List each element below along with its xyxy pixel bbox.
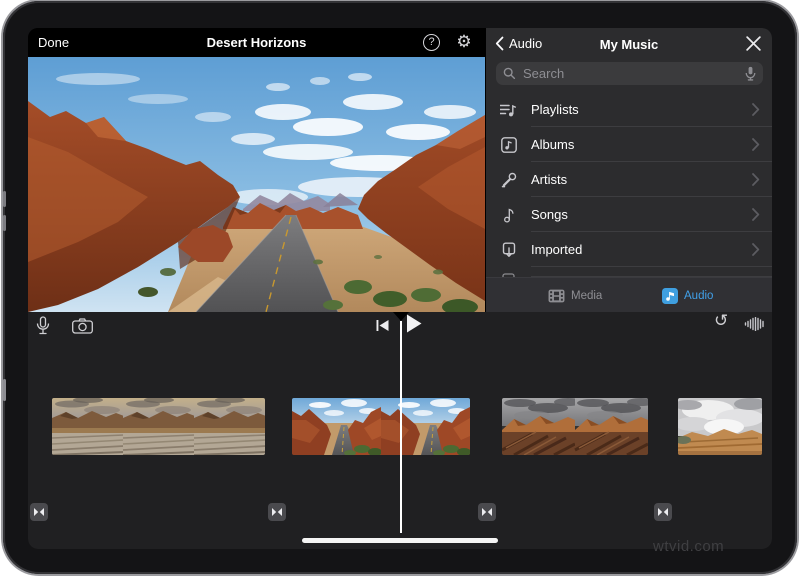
tab-label: Media <box>571 290 602 302</box>
panel-header: Audio My Music <box>486 28 772 61</box>
chevron-right-icon <box>752 208 760 221</box>
undo-icon[interactable]: ↺ <box>714 314 728 328</box>
transition-marker[interactable] <box>654 503 672 521</box>
camera-button[interactable] <box>72 318 93 334</box>
help-icon[interactable]: ? <box>423 34 440 51</box>
chevron-right-icon <box>752 103 760 116</box>
app-screen: Done Desert Horizons ? ⚙ <box>28 28 772 549</box>
list-item-label: Playlists <box>531 102 579 117</box>
project-title: Desert Horizons <box>28 35 485 50</box>
timeline-clip-4[interactable] <box>678 398 762 455</box>
volume-button <box>3 215 6 231</box>
panel-title: My Music <box>486 37 772 52</box>
voiceover-mic-button[interactable] <box>36 316 50 335</box>
list-item-partial <box>486 267 772 277</box>
transition-marker[interactable] <box>478 503 496 521</box>
list-item-artists[interactable]: Artists <box>486 162 772 197</box>
chevron-right-icon <box>752 173 760 186</box>
tab-media[interactable]: Media <box>548 278 602 313</box>
media-audio-tabbar: Media Audio <box>486 277 772 312</box>
album-icon <box>499 137 518 153</box>
list-item-playlists[interactable]: Playlists <box>486 92 772 127</box>
project-top-bar: Done Desert Horizons ? ⚙ <box>28 28 485 57</box>
list-item-label: Songs <box>531 207 568 222</box>
music-category-list: Playlists Albums <box>486 92 772 277</box>
list-item-songs[interactable]: Songs <box>486 197 772 232</box>
watermark: wtvid.com <box>653 538 724 555</box>
timeline-clip-2[interactable] <box>292 398 470 455</box>
playhead-notch <box>393 312 409 321</box>
timeline-area[interactable]: ↺ <box>28 312 772 549</box>
dictation-mic-icon[interactable] <box>745 66 756 81</box>
list-item-label: Artists <box>531 172 567 187</box>
close-icon <box>746 36 761 51</box>
volume-button <box>3 191 6 207</box>
filmstrip-icon <box>548 289 565 303</box>
chevron-right-icon <box>752 243 760 256</box>
search-icon <box>503 67 516 80</box>
settings-gear-icon[interactable]: ⚙ <box>454 31 474 53</box>
transition-marker[interactable] <box>30 503 48 521</box>
tab-audio[interactable]: Audio <box>662 278 713 313</box>
transition-marker[interactable] <box>268 503 286 521</box>
skip-to-start-button[interactable] <box>376 319 389 332</box>
search-input[interactable] <box>521 65 740 82</box>
tab-label: Audio <box>684 290 713 302</box>
video-preview-viewer[interactable] <box>28 57 485 312</box>
close-panel-button[interactable] <box>746 36 761 51</box>
playhead-line[interactable] <box>400 321 402 533</box>
chevron-right-icon <box>752 138 760 151</box>
music-note-icon <box>662 288 678 304</box>
list-item-albums[interactable]: Albums <box>486 127 772 162</box>
timeline-clip-3[interactable] <box>502 398 648 455</box>
home-indicator[interactable] <box>302 538 498 543</box>
media-library-panel: Audio My Music <box>485 28 772 312</box>
list-item-label: Imported <box>531 242 582 257</box>
search-bar[interactable] <box>496 62 763 85</box>
import-icon <box>499 242 518 258</box>
song-note-icon <box>499 207 518 223</box>
desert-road-photo <box>28 57 485 312</box>
artist-mic-icon <box>499 172 518 188</box>
playlist-icon <box>499 102 518 118</box>
list-item-imported[interactable]: Imported <box>486 232 772 267</box>
timeline-clip-1[interactable] <box>52 398 265 455</box>
side-switch <box>3 379 6 401</box>
audio-waveform-toggle-icon[interactable] <box>744 317 765 331</box>
list-item-label: Albums <box>531 137 574 152</box>
